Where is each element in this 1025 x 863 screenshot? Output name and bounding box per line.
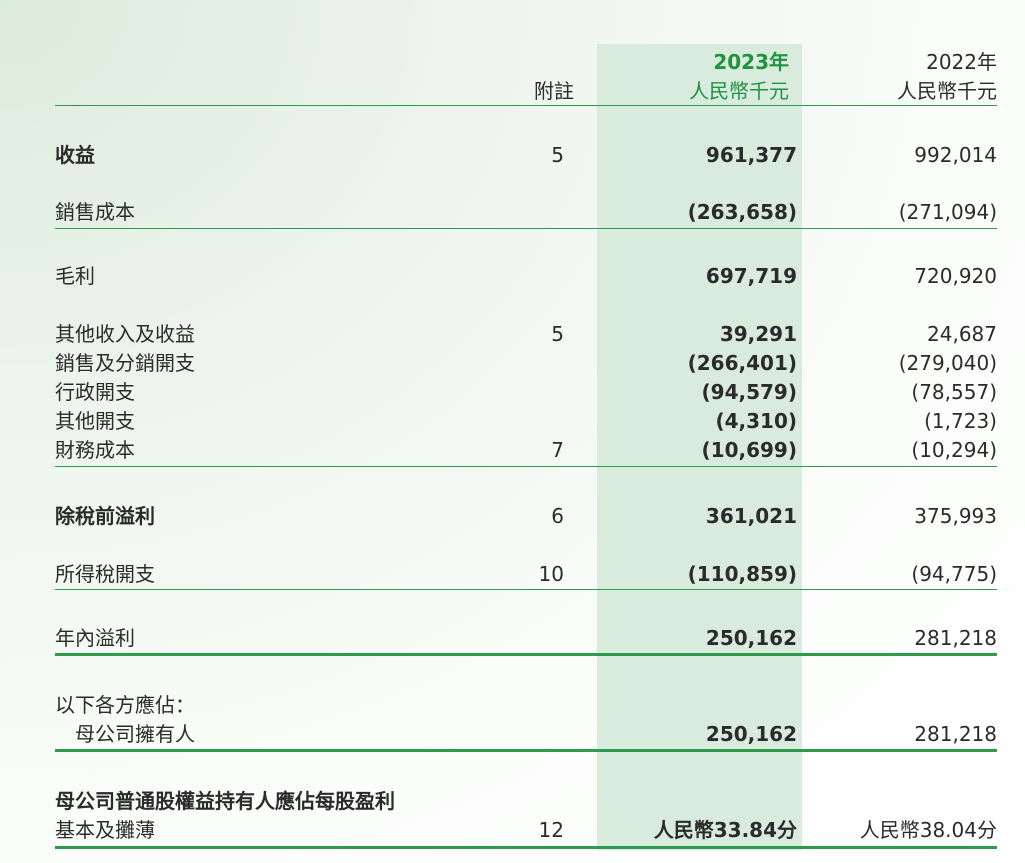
row-value-2022: (94,775) [911,562,997,586]
header-note: 附註 [534,79,574,103]
row-value-2023: (10,699) [701,438,797,462]
subtotal-rule [55,228,997,229]
row-label: 銷售成本 [55,200,135,224]
row-label: 收益 [55,143,95,167]
row-label: 母公司普通股權益持有人應佔每股盈利 [55,789,395,813]
row-value-2022: 992,014 [914,143,997,167]
row-value-2022: 人民幣38.04分 [859,818,997,842]
row-value-2022: (279,040) [898,351,997,375]
header-rule [55,105,997,106]
row-value-2023: 39,291 [719,322,797,346]
row-value-2023: (94,579) [701,380,797,404]
row-value-2023: (4,310) [715,409,797,433]
row-label: 母公司擁有人 [75,722,195,746]
row-label: 銷售及分銷開支 [55,351,195,375]
header-currency-2022: 人民幣千元 [897,79,997,103]
subtotal-rule [55,466,997,467]
row-label: 除稅前溢利 [55,504,155,528]
row-value-2023: 697,719 [705,264,797,288]
row-value-2023: 250,162 [705,722,797,746]
row-value-2023: 250,162 [705,626,797,650]
row-value-2022: 24,687 [927,322,997,346]
row-value-2022: (271,094) [898,200,997,224]
row-value-2023: (263,658) [687,200,797,224]
row-value-2022: (78,557) [911,380,997,404]
header-year-2022: 2022年 [926,50,997,74]
row-note: 5 [551,143,564,167]
row-label: 毛利 [55,264,95,288]
row-value-2023: 361,021 [705,504,797,528]
row-label: 行政開支 [55,380,135,404]
row-note: 7 [551,438,564,462]
row-value-2022: 281,218 [914,626,997,650]
row-value-2023: 961,377 [705,143,797,167]
row-value-2023: 人民幣33.84分 [653,818,797,842]
row-value-2022: 281,218 [914,722,997,746]
subtotal-rule [55,589,997,590]
total-rule [55,749,997,752]
row-note: 6 [551,504,564,528]
row-label: 基本及攤薄 [55,818,155,842]
row-label: 年內溢利 [55,626,135,650]
row-value-2023: (110,859) [687,562,797,586]
total-rule [55,653,997,656]
row-label: 其他收入及收益 [55,322,195,346]
row-label: 財務成本 [55,438,135,462]
row-value-2022: (1,723) [924,409,997,433]
header-currency-2023: 人民幣千元 [689,79,789,103]
row-note: 10 [538,562,564,586]
row-label: 所得稅開支 [55,562,155,586]
header-year-2023: 2023年 [713,50,789,74]
row-label: 其他開支 [55,409,135,433]
row-value-2023: (266,401) [687,351,797,375]
income-statement: 附註 2023年 人民幣千元 2022年 人民幣千元 收益 5 961,377 … [0,0,1025,863]
row-value-2022: 720,920 [914,264,997,288]
total-rule [55,846,997,849]
row-note: 5 [551,322,564,346]
row-label: 以下各方應佔： [55,693,195,717]
row-value-2022: 375,993 [914,504,997,528]
row-note: 12 [538,818,564,842]
row-value-2022: (10,294) [911,438,997,462]
